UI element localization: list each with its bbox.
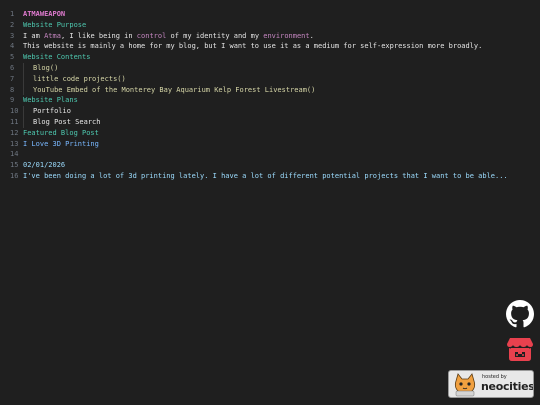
description-text: This website is mainly a home for my blo… xyxy=(23,42,483,51)
neocities-label: neocities xyxy=(481,380,534,393)
code-line: 12 Featured Blog Post xyxy=(10,128,530,139)
code-line: 8 YouTube Embed of the Monterey Bay Aqua… xyxy=(10,84,530,96)
code-line: 2 Website Purpose xyxy=(10,20,530,31)
code-line: 14 xyxy=(10,149,530,160)
featured-post-date: 02/01/2026 xyxy=(23,161,66,170)
github-link[interactable] xyxy=(506,300,534,328)
featured-post-title[interactable]: I Love 3D Printing xyxy=(23,139,530,150)
atma-link[interactable]: Atma xyxy=(44,32,61,40)
code-line: 6 Blog() xyxy=(10,62,530,74)
indent-guide xyxy=(23,116,33,128)
intro-sentence: I am Atma, I like being in control of my… xyxy=(23,31,530,42)
line-number: 7 xyxy=(10,74,15,83)
itchio-link[interactable] xyxy=(506,334,534,362)
code-line: 15 02/01/2026 xyxy=(10,160,530,171)
section-heading-contents: Website Contents xyxy=(23,53,91,62)
featured-post-excerpt: I've been doing a lot of 3d printing lat… xyxy=(23,171,508,180)
youtube-embed-link[interactable]: YouTube Embed of the Monterey Bay Aquari… xyxy=(33,86,315,94)
control-link[interactable]: control xyxy=(137,32,167,40)
line-number: 15 xyxy=(10,161,19,170)
plan-item: Blog Post Search xyxy=(33,117,101,126)
plan-item: Portfolio xyxy=(33,107,71,116)
section-heading-plans: Website Plans xyxy=(23,96,78,105)
line-number: 11 xyxy=(10,117,19,126)
intro-text: . xyxy=(309,31,314,40)
code-projects-link[interactable]: little code projects() xyxy=(33,75,126,83)
code-line: 13 I Love 3D Printing xyxy=(10,139,530,150)
line-number: 16 xyxy=(10,171,19,180)
code-line: 7 little code projects() xyxy=(10,73,530,85)
code-line: 10 Portfolio xyxy=(10,106,530,117)
empty-line xyxy=(23,149,530,160)
code-line: 4 This website is mainly a home for my b… xyxy=(10,41,530,52)
line-number: 13 xyxy=(10,139,19,148)
line-number: 1 xyxy=(10,10,15,18)
code-line: 1 ATMAWEAPON xyxy=(10,9,530,20)
code-line: 5 Website Contents xyxy=(10,52,530,63)
neocities-cat-icon xyxy=(454,373,476,397)
indent-guide xyxy=(23,62,33,74)
line-number: 3 xyxy=(10,31,15,40)
indent-guide xyxy=(23,106,33,117)
line-number: 4 xyxy=(10,42,15,51)
itchio-icon xyxy=(507,338,533,361)
blog-link[interactable]: Blog() xyxy=(33,64,58,72)
indent-guide xyxy=(23,73,33,85)
line-number: 10 xyxy=(10,107,19,116)
code-line: 16 I've been doing a lot of 3d printing … xyxy=(10,171,530,182)
line-number: 5 xyxy=(10,53,15,62)
neocities-badge[interactable]: hosted by neocities xyxy=(448,370,534,398)
line-number: 9 xyxy=(10,96,15,105)
section-heading-purpose: Website Purpose xyxy=(23,20,87,29)
line-number: 2 xyxy=(10,20,15,29)
intro-text: I am xyxy=(23,31,45,40)
line-number: 8 xyxy=(10,85,15,94)
indent-guide xyxy=(23,84,33,96)
code-line: 11 Blog Post Search xyxy=(10,116,530,128)
line-number: 14 xyxy=(10,150,19,159)
site-title: ATMAWEAPON xyxy=(23,10,66,18)
github-icon xyxy=(506,300,534,328)
environment-link[interactable]: environment xyxy=(263,32,309,40)
intro-text: of my identity and my xyxy=(166,31,264,40)
intro-text: , I like being in xyxy=(60,31,137,40)
line-number: 12 xyxy=(10,128,19,137)
code-editor: 1 ATMAWEAPON 2 Website Purpose 3 I am At… xyxy=(10,9,530,182)
code-line: 3 I am Atma, I like being in control of … xyxy=(10,31,530,42)
section-heading-featured: Featured Blog Post xyxy=(23,128,99,137)
line-number: 6 xyxy=(10,63,15,72)
code-line: 9 Website Plans xyxy=(10,95,530,106)
